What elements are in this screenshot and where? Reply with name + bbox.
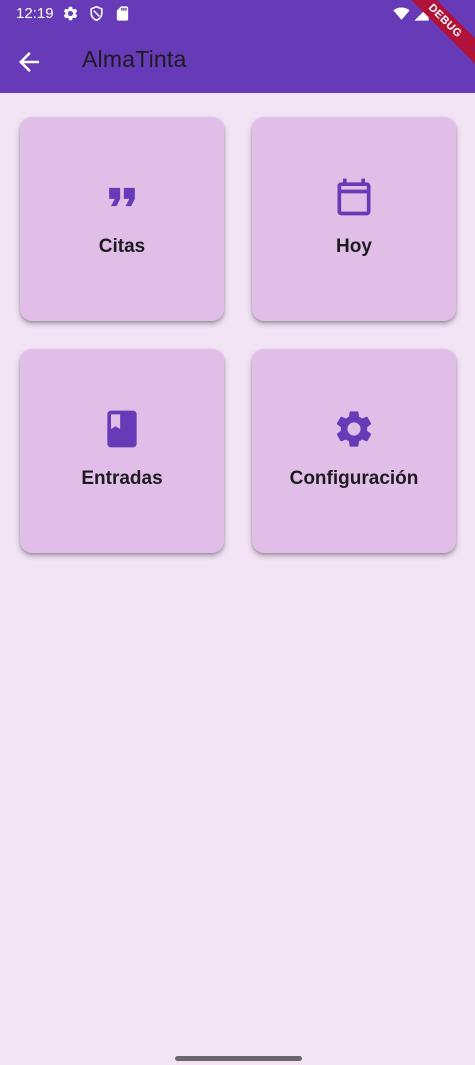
app-bar: AlmaTinta bbox=[0, 28, 475, 93]
card-label: Citas bbox=[98, 236, 146, 257]
back-button[interactable] bbox=[14, 47, 44, 77]
sd-card-icon bbox=[114, 5, 131, 22]
card-label: Entradas bbox=[81, 468, 163, 489]
status-bar: 12:19 bbox=[0, 0, 475, 28]
app-title: AlmaTinta bbox=[82, 46, 187, 72]
book-icon bbox=[100, 407, 144, 451]
calendar-icon bbox=[332, 175, 376, 219]
screen: 12:19 AlmaTinta DEBUG Citas Hoy Entradas… bbox=[0, 0, 475, 1065]
gesture-navigation-bar[interactable] bbox=[175, 1056, 302, 1061]
card-label: Hoy bbox=[336, 236, 372, 257]
status-time: 12:19 bbox=[16, 5, 54, 22]
card-label: Configuración bbox=[289, 468, 419, 489]
card-citas[interactable]: Citas bbox=[20, 117, 224, 321]
settings-icon bbox=[332, 407, 376, 451]
format-quote-icon bbox=[100, 175, 144, 219]
settings-status-icon bbox=[62, 5, 79, 22]
wifi-icon bbox=[393, 5, 410, 22]
arrow-back-icon bbox=[19, 52, 39, 72]
card-hoy[interactable]: Hoy bbox=[252, 117, 456, 321]
shield-icon bbox=[88, 5, 105, 22]
card-entradas[interactable]: Entradas bbox=[20, 349, 224, 553]
card-configuracion[interactable]: Configuración bbox=[252, 349, 456, 553]
